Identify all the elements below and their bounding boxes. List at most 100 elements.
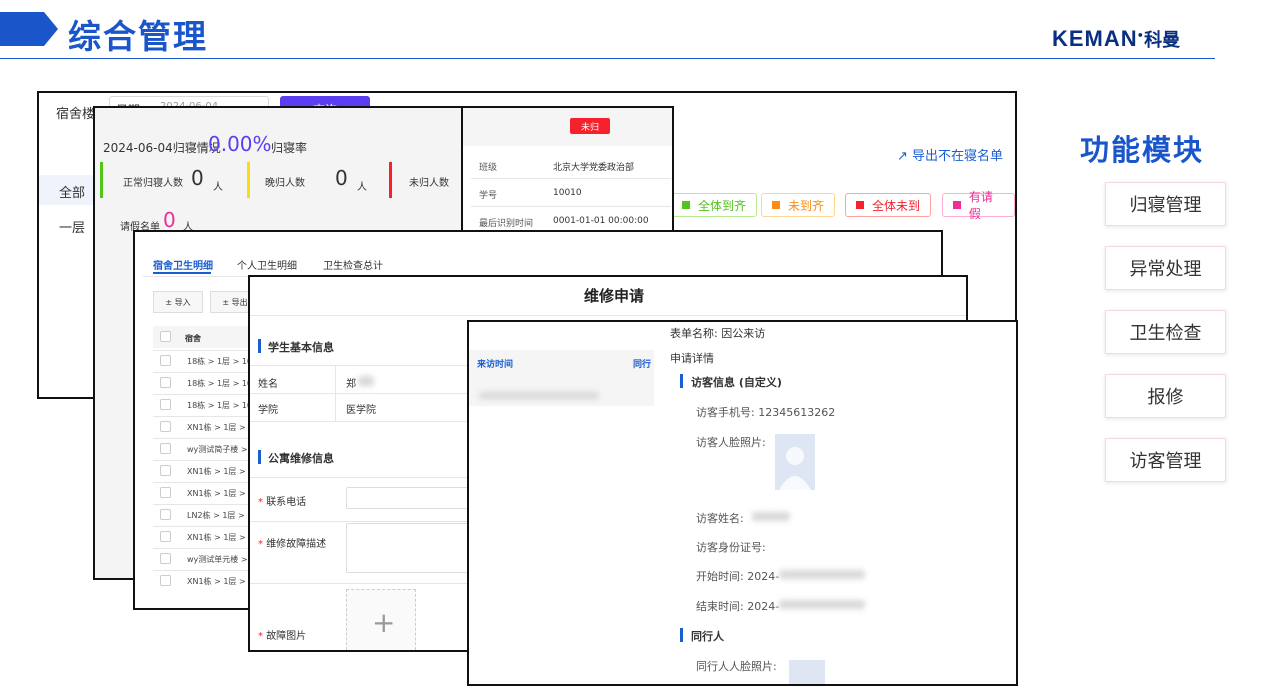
section-basic-info: 学生基本信息: [268, 341, 334, 354]
chip-not-all-present-label: 未到齐: [788, 198, 825, 213]
export-absent-link[interactable]: ↗ 导出不在寝名单: [897, 145, 1003, 164]
name-value: 郑: [346, 379, 356, 390]
chip-all-present[interactable]: 全体到齐: [671, 193, 758, 217]
college-value: 医学院: [346, 405, 376, 416]
plus-icon: +: [372, 606, 396, 639]
row-divider: [153, 394, 253, 395]
row-checkbox[interactable]: [160, 509, 171, 520]
popup-class-label: 班级: [479, 163, 498, 173]
stat-bar-normal: [100, 162, 103, 198]
row-divider: [153, 416, 253, 417]
module-visitor-button[interactable]: 访客管理: [1105, 438, 1226, 482]
stat-late-value: 0: [335, 166, 348, 190]
chip-all-absent-label: 全体未到: [872, 198, 921, 213]
visitor-id-card: 访客身份证号:: [696, 541, 766, 554]
visitor-face-label: 访客人脸照片:: [696, 436, 766, 449]
row-checkbox[interactable]: [160, 421, 171, 432]
row-checkbox[interactable]: [160, 465, 171, 476]
export-absent-label: 导出不在寝名单: [912, 149, 1004, 164]
stat-bar-absent: [389, 162, 392, 198]
section-companion: 同行人: [691, 630, 724, 643]
header-arrow-icon: [0, 12, 58, 46]
row-divider: [250, 393, 470, 394]
table-row: XN1栋 > 1层 > 1: [187, 577, 254, 586]
stat-late-unit: 人: [357, 182, 367, 193]
row-checkbox[interactable]: [160, 443, 171, 454]
row-divider: [153, 482, 253, 483]
stat-absent-label: 未归人数: [409, 178, 449, 189]
module-dorm-return-button[interactable]: 归寝管理: [1105, 182, 1226, 226]
row-divider: [153, 372, 253, 373]
blurred-end-time: [779, 600, 865, 609]
popup-class-value: 北京大学党委政治部: [553, 163, 635, 173]
row-checkbox[interactable]: [160, 487, 171, 498]
upload-icon: ±: [165, 297, 175, 307]
fault-desc-textarea[interactable]: [346, 523, 470, 573]
chip-on-leave[interactable]: 有请假: [942, 190, 1015, 221]
orange-square-icon: [772, 201, 780, 209]
detail-label: 申请详情: [670, 352, 714, 365]
row-divider: [250, 421, 470, 422]
chip-not-all-present[interactable]: 未到齐: [761, 193, 836, 217]
tab-personal-hygiene[interactable]: 个人卫生明细: [237, 257, 297, 272]
tab-hygiene-summary[interactable]: 卫生检查总计: [323, 257, 383, 272]
row-checkbox[interactable]: [160, 377, 171, 388]
tab-dorm-hygiene[interactable]: 宿舍卫生明细: [153, 257, 213, 272]
return-rate-value: 0.00%: [208, 132, 272, 156]
import-button[interactable]: ± 导入: [153, 291, 203, 313]
table-row: XN1栋 > 1层 > 1: [187, 423, 254, 432]
row-divider: [250, 521, 470, 522]
row-checkbox[interactable]: [160, 553, 171, 564]
popup-divider: [471, 178, 671, 179]
table-row: wy测试简子楼 > 1: [187, 445, 256, 454]
phone-input[interactable]: [346, 487, 470, 509]
select-all-checkbox[interactable]: [160, 331, 171, 342]
fault-photo-label: * 故障图片: [258, 631, 307, 642]
chip-all-absent[interactable]: 全体未到: [845, 193, 932, 217]
stat-normal-value: 0: [191, 166, 204, 190]
section-marker: [258, 339, 261, 353]
repair-title: 维修申请: [584, 287, 645, 305]
module-exception-button[interactable]: 异常处理: [1105, 246, 1226, 290]
stats-date-label: 2024-06-04归寝情况: [103, 141, 221, 155]
row-checkbox[interactable]: [160, 399, 171, 410]
row-divider: [153, 548, 253, 549]
row-checkbox[interactable]: [160, 575, 171, 586]
return-rate-label: 归寝率: [271, 141, 308, 155]
visitor-detail-screenshot: 来访时间 同行 表单名称: 因公来访 申请详情 访客信息 (自定义) 访客手机号…: [467, 320, 1018, 686]
row-divider: [250, 477, 470, 478]
import-label: 导入: [174, 297, 191, 307]
logo-latin: KEMAN: [1052, 26, 1138, 51]
popup-last-seen-label: 最后识别时间: [479, 219, 534, 229]
active-tab-underline: [153, 272, 211, 274]
companion-face-label: 同行人人脸照片:: [696, 660, 777, 673]
photo-upload-button[interactable]: +: [346, 589, 416, 650]
logo-cn: 科曼: [1144, 30, 1181, 50]
avatar-placeholder-icon: [775, 434, 815, 490]
row-checkbox[interactable]: [160, 531, 171, 542]
magenta-square-icon: [953, 201, 961, 209]
blurred-name: [358, 376, 374, 386]
section-marker: [258, 450, 261, 464]
visitor-col-companion: 同行: [633, 360, 652, 370]
floor-1-tab[interactable]: 一层: [59, 217, 85, 236]
blurred-start-time: [779, 570, 865, 579]
module-hygiene-button[interactable]: 卫生检查: [1105, 310, 1226, 354]
stat-normal-unit: 人: [213, 182, 223, 193]
stat-late-label: 晚归人数: [265, 178, 305, 189]
row-divider: [153, 460, 253, 461]
table-row: 18栋 > 1层 > 101: [187, 401, 258, 410]
visitor-phone: 访客手机号: 12345613262: [696, 406, 836, 419]
table-row: XN1栋 > 1层 > 1: [187, 533, 254, 542]
row-checkbox[interactable]: [160, 355, 171, 366]
red-square-icon: [856, 201, 864, 209]
row-divider: [250, 583, 470, 584]
module-repair-button[interactable]: 报修: [1105, 374, 1226, 418]
table-row: wy测试单元楼 > 1: [187, 555, 256, 564]
brand-logo: KEMAN●科曼: [1052, 26, 1181, 51]
blurred-row: [479, 392, 599, 399]
filter-all-tab[interactable]: 全部: [39, 175, 99, 205]
section-visitor-info: 访客信息 (自定义): [691, 376, 782, 389]
companion-avatar-icon: [789, 660, 825, 684]
popup-header: [463, 108, 672, 146]
